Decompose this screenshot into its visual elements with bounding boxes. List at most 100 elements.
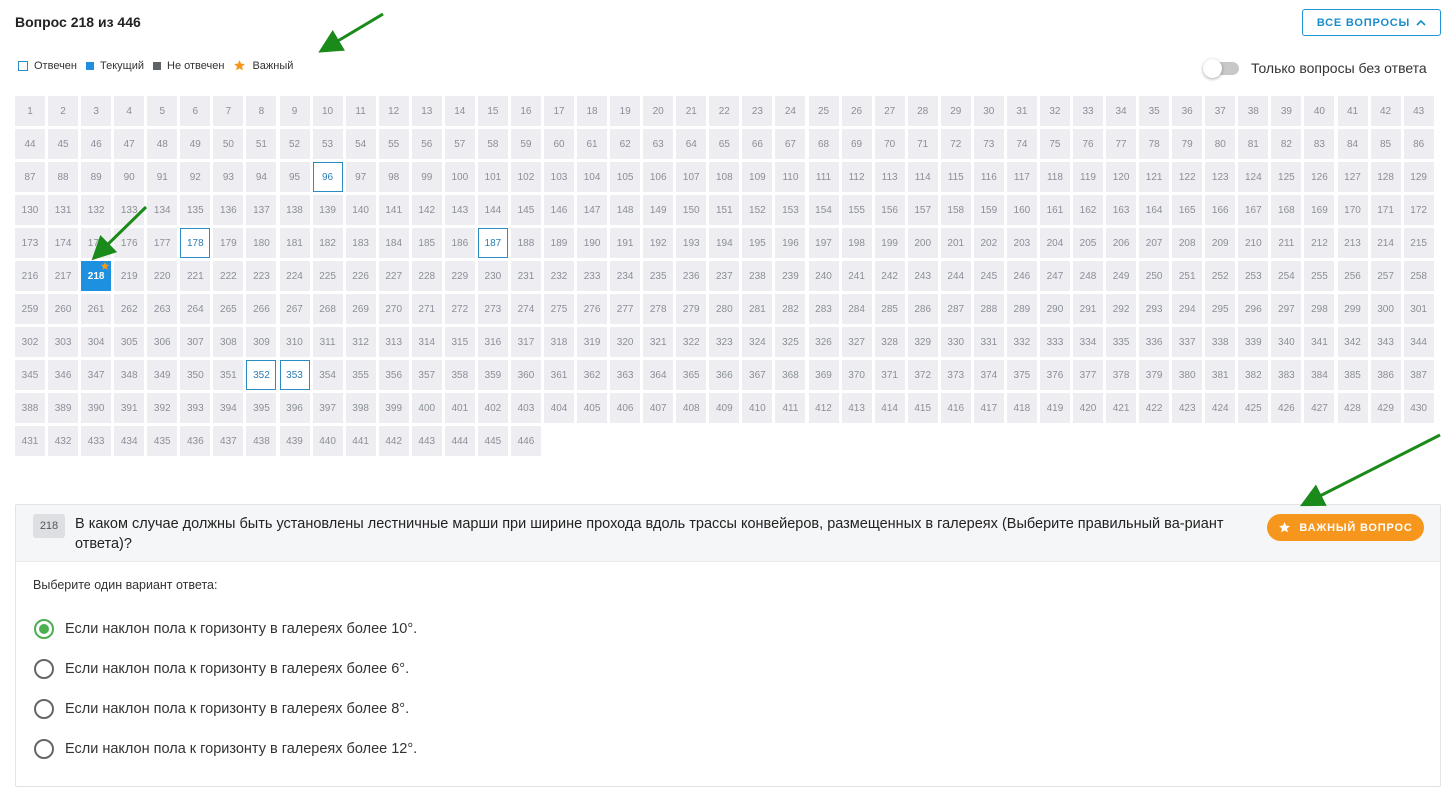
- question-cell-165[interactable]: 165: [1172, 195, 1203, 225]
- question-cell-343[interactable]: 343: [1370, 327, 1401, 357]
- question-cell-107[interactable]: 107: [676, 162, 707, 192]
- question-cell-261[interactable]: 261: [81, 294, 112, 324]
- question-cell-137[interactable]: 137: [246, 195, 277, 225]
- question-cell-79[interactable]: 79: [1172, 129, 1203, 159]
- question-cell-140[interactable]: 140: [345, 195, 376, 225]
- question-cell-356[interactable]: 356: [378, 360, 409, 390]
- question-cell-399[interactable]: 399: [378, 393, 409, 423]
- question-cell-256[interactable]: 256: [1337, 261, 1368, 291]
- question-cell-397[interactable]: 397: [312, 393, 343, 423]
- question-cell-17[interactable]: 17: [544, 96, 574, 126]
- question-cell-122[interactable]: 122: [1172, 162, 1203, 192]
- question-cell-26[interactable]: 26: [841, 96, 872, 126]
- question-cell-318[interactable]: 318: [544, 327, 574, 357]
- question-cell-354[interactable]: 354: [312, 360, 343, 390]
- question-cell-258[interactable]: 258: [1403, 261, 1434, 291]
- question-cell-396[interactable]: 396: [279, 393, 310, 423]
- question-cell-377[interactable]: 377: [1073, 360, 1103, 390]
- question-cell-212[interactable]: 212: [1304, 228, 1335, 258]
- question-cell-242[interactable]: 242: [874, 261, 905, 291]
- question-cell-63[interactable]: 63: [643, 129, 674, 159]
- question-cell-389[interactable]: 389: [48, 393, 79, 423]
- question-cell-9[interactable]: 9: [279, 96, 310, 126]
- question-cell-120[interactable]: 120: [1106, 162, 1137, 192]
- question-cell-192[interactable]: 192: [643, 228, 674, 258]
- question-cell-228[interactable]: 228: [411, 261, 442, 291]
- question-cell-274[interactable]: 274: [510, 294, 541, 324]
- question-cell-96[interactable]: 96: [312, 162, 343, 192]
- question-cell-422[interactable]: 422: [1139, 393, 1170, 423]
- question-cell-195[interactable]: 195: [742, 228, 773, 258]
- question-cell-70[interactable]: 70: [874, 129, 905, 159]
- question-cell-254[interactable]: 254: [1271, 261, 1302, 291]
- question-cell-117[interactable]: 117: [1006, 162, 1037, 192]
- question-cell-181[interactable]: 181: [279, 228, 310, 258]
- question-cell-53[interactable]: 53: [312, 129, 343, 159]
- question-cell-159[interactable]: 159: [973, 195, 1004, 225]
- question-cell-288[interactable]: 288: [973, 294, 1004, 324]
- question-cell-240[interactable]: 240: [808, 261, 839, 291]
- question-cell-55[interactable]: 55: [378, 129, 409, 159]
- question-cell-126[interactable]: 126: [1304, 162, 1335, 192]
- question-cell-162[interactable]: 162: [1073, 195, 1103, 225]
- question-cell-404[interactable]: 404: [544, 393, 574, 423]
- question-cell-360[interactable]: 360: [510, 360, 541, 390]
- question-cell-408[interactable]: 408: [676, 393, 707, 423]
- question-cell-286[interactable]: 286: [907, 294, 938, 324]
- question-cell-169[interactable]: 169: [1304, 195, 1335, 225]
- question-cell-277[interactable]: 277: [610, 294, 641, 324]
- question-cell-103[interactable]: 103: [544, 162, 574, 192]
- question-cell-133[interactable]: 133: [114, 195, 145, 225]
- question-cell-247[interactable]: 247: [1039, 261, 1070, 291]
- question-cell-444[interactable]: 444: [444, 426, 475, 456]
- question-cell-372[interactable]: 372: [907, 360, 938, 390]
- question-cell-30[interactable]: 30: [973, 96, 1004, 126]
- question-cell-1[interactable]: 1: [15, 96, 45, 126]
- question-cell-225[interactable]: 225: [312, 261, 343, 291]
- question-cell-168[interactable]: 168: [1271, 195, 1302, 225]
- question-cell-237[interactable]: 237: [709, 261, 740, 291]
- question-cell-392[interactable]: 392: [147, 393, 178, 423]
- question-cell-14[interactable]: 14: [444, 96, 475, 126]
- question-cell-395[interactable]: 395: [246, 393, 277, 423]
- question-cell-294[interactable]: 294: [1172, 294, 1203, 324]
- question-cell-154[interactable]: 154: [808, 195, 839, 225]
- question-cell-112[interactable]: 112: [841, 162, 872, 192]
- question-cell-161[interactable]: 161: [1039, 195, 1070, 225]
- question-cell-325[interactable]: 325: [775, 327, 806, 357]
- question-cell-34[interactable]: 34: [1106, 96, 1137, 126]
- question-cell-204[interactable]: 204: [1039, 228, 1070, 258]
- question-cell-393[interactable]: 393: [180, 393, 211, 423]
- question-cell-436[interactable]: 436: [180, 426, 211, 456]
- question-cell-432[interactable]: 432: [48, 426, 79, 456]
- question-cell-51[interactable]: 51: [246, 129, 277, 159]
- question-cell-81[interactable]: 81: [1238, 129, 1269, 159]
- question-cell-263[interactable]: 263: [147, 294, 178, 324]
- question-cell-178[interactable]: 178: [180, 228, 211, 258]
- question-cell-381[interactable]: 381: [1205, 360, 1236, 390]
- question-cell-41[interactable]: 41: [1337, 96, 1368, 126]
- question-cell-361[interactable]: 361: [544, 360, 574, 390]
- question-cell-175[interactable]: 175: [81, 228, 112, 258]
- question-cell-315[interactable]: 315: [444, 327, 475, 357]
- question-cell-427[interactable]: 427: [1304, 393, 1335, 423]
- question-cell-382[interactable]: 382: [1238, 360, 1269, 390]
- question-cell-50[interactable]: 50: [213, 129, 244, 159]
- question-cell-276[interactable]: 276: [577, 294, 608, 324]
- question-cell-424[interactable]: 424: [1205, 393, 1236, 423]
- question-cell-367[interactable]: 367: [742, 360, 773, 390]
- question-cell-223[interactable]: 223: [246, 261, 277, 291]
- question-cell-155[interactable]: 155: [841, 195, 872, 225]
- question-cell-257[interactable]: 257: [1370, 261, 1401, 291]
- question-cell-307[interactable]: 307: [180, 327, 211, 357]
- question-cell-410[interactable]: 410: [742, 393, 773, 423]
- question-cell-400[interactable]: 400: [411, 393, 442, 423]
- question-cell-369[interactable]: 369: [808, 360, 839, 390]
- question-cell-194[interactable]: 194: [709, 228, 740, 258]
- question-cell-442[interactable]: 442: [378, 426, 409, 456]
- question-cell-411[interactable]: 411: [775, 393, 806, 423]
- question-cell-380[interactable]: 380: [1172, 360, 1203, 390]
- question-cell-173[interactable]: 173: [15, 228, 45, 258]
- question-cell-151[interactable]: 151: [709, 195, 740, 225]
- question-cell-156[interactable]: 156: [874, 195, 905, 225]
